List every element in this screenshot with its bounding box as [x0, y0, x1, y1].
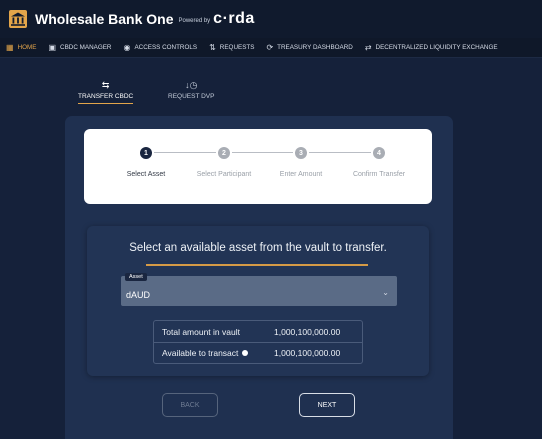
chevron-down-icon: ⌄: [382, 288, 389, 297]
step-number: 4: [373, 147, 385, 159]
nav-item-requests[interactable]: ⇅ REQUESTS: [209, 42, 255, 52]
amount-summary: Total amount in vault 1,000,100,000.00 A…: [153, 320, 363, 364]
nav-item-cbdc-manager[interactable]: ▣ CBDC MANAGER: [48, 42, 112, 52]
brand-logo: c·rda: [213, 10, 255, 27]
back-button[interactable]: BACK: [162, 393, 218, 417]
prompt-underline: [146, 264, 368, 266]
step-label: Enter Amount: [279, 171, 323, 178]
asset-select[interactable]: Asset dAUD ⌄: [121, 273, 397, 306]
step-select-participant: 2 Select Participant: [184, 147, 264, 178]
table-row: Total amount in vault 1,000,100,000.00: [154, 321, 362, 342]
nav-item-home[interactable]: ▦ HOME: [6, 42, 37, 52]
nav-item-label: CBDC MANAGER: [60, 44, 112, 51]
powered-by-label: Powered by: [178, 17, 211, 24]
card-icon: ▣: [48, 42, 57, 52]
amount-label: Total amount in vault: [162, 326, 240, 337]
table-row: Available to transact 1,000,100,000.00: [154, 342, 362, 363]
nav-item-treasury-dashboard[interactable]: ⟳ TREASURY DASHBOARD: [266, 42, 353, 52]
transfer-panel: 1 Select Asset 2 Select Participant 3 En…: [65, 116, 453, 439]
request-clock-icon: ↓◷: [185, 80, 198, 90]
step-select-asset: 1 Select Asset: [106, 147, 186, 178]
asset-prompt: Select an available asset from the vault…: [129, 242, 387, 254]
asset-select-value: dAUD: [126, 290, 151, 300]
amount-value: 1,000,100,000.00: [274, 348, 341, 358]
stepper: 1 Select Asset 2 Select Participant 3 En…: [84, 129, 432, 204]
step-label: Select Asset: [126, 171, 166, 178]
home-grid-icon: ▦: [6, 42, 14, 52]
step-number: 2: [218, 147, 230, 159]
tab-label: TRANSFER CBDC: [78, 93, 134, 104]
step-confirm-transfer: 4 Confirm Transfer: [339, 147, 419, 178]
next-button[interactable]: NEXT: [299, 393, 355, 417]
step-number: 3: [295, 147, 307, 159]
nav-item-label: HOME: [17, 44, 37, 51]
tab-transfer-cbdc[interactable]: ⇆ TRANSFER CBDC: [78, 80, 134, 104]
main-nav: ▦ HOME ▣ CBDC MANAGER ◉ ACCESS CONTROLS …: [0, 38, 542, 58]
nav-item-label: REQUESTS: [219, 44, 255, 51]
tab-request-dvp[interactable]: ↓◷ REQUEST DVP: [168, 80, 214, 100]
bank-icon: [9, 10, 27, 28]
step-number: 1: [140, 147, 152, 159]
asset-selection-card: Select an available asset from the vault…: [87, 226, 429, 376]
tab-label: REQUEST DVP: [168, 93, 215, 100]
swap-arrows-icon: ⇆: [101, 80, 110, 90]
exchange-icon: ⇄: [364, 42, 372, 52]
step-enter-amount: 3 Enter Amount: [261, 147, 341, 178]
step-label: Select Participant: [196, 171, 252, 178]
info-icon[interactable]: [242, 350, 249, 356]
transfer-tabs: ⇆ TRANSFER CBDC ↓◷ REQUEST DVP: [0, 58, 542, 113]
app-title: Wholesale Bank One: [35, 11, 174, 27]
refresh-circle-icon: ⟳: [266, 42, 274, 52]
amount-label-wrap: Available to transact: [154, 348, 270, 358]
amount-value: 1,000,100,000.00: [274, 326, 341, 337]
asset-select-label: Asset: [125, 273, 147, 281]
nav-item-label: TREASURY DASHBOARD: [277, 44, 353, 51]
transfer-arrows-icon: ⇅: [209, 42, 216, 52]
nav-item-label: DECENTRALIZED LIQUIDITY EXCHANGE: [375, 44, 498, 51]
nav-item-access-controls[interactable]: ◉ ACCESS CONTROLS: [123, 42, 198, 52]
app-header: Wholesale Bank One Powered by c·rda: [0, 0, 542, 38]
globe-icon: ◉: [123, 42, 131, 52]
nav-item-label: ACCESS CONTROLS: [134, 44, 198, 51]
amount-label: Available to transact: [162, 348, 239, 358]
step-label: Confirm Transfer: [352, 171, 406, 178]
nav-item-liquidity-exchange[interactable]: ⇄ DECENTRALIZED LIQUIDITY EXCHANGE: [364, 42, 498, 52]
